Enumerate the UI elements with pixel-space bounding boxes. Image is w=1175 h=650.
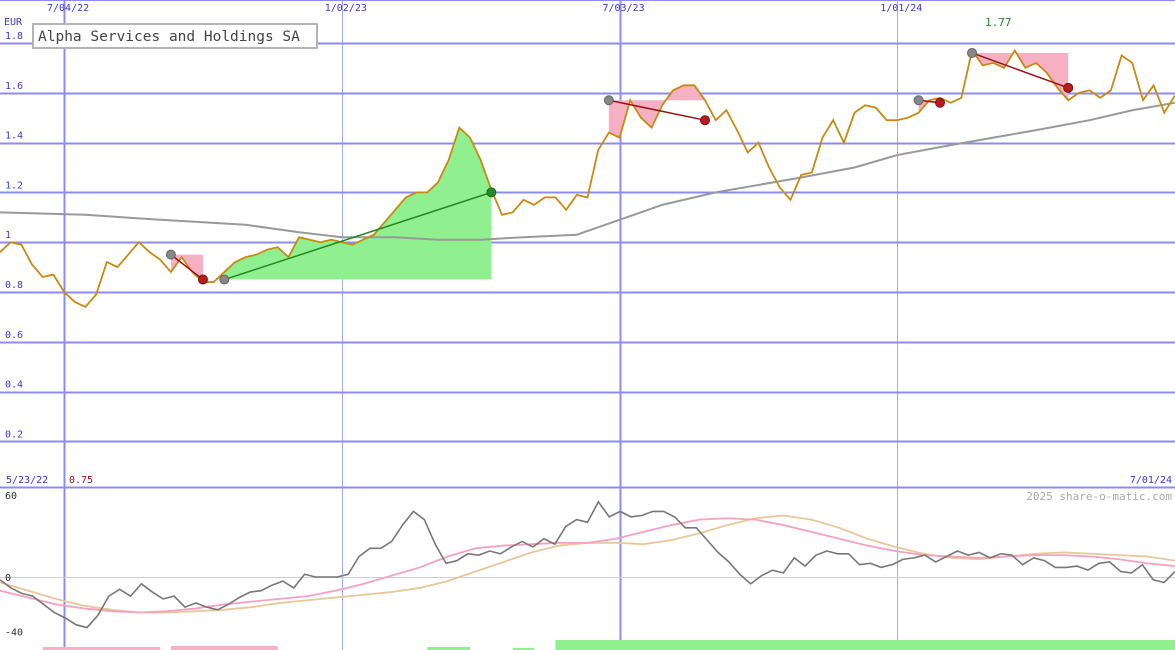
price-line xyxy=(0,48,1175,309)
y-tick-label: 0.2 xyxy=(5,429,23,440)
watermark: 2025 share-o-matic.com xyxy=(1026,490,1172,503)
trade-entry-point xyxy=(219,274,230,285)
end-date-label: 7/01/24 xyxy=(1130,475,1172,486)
oscillator-axis-labels: 60 0 -40 xyxy=(5,491,23,639)
oscillator-bars xyxy=(42,640,1175,650)
y-tick-label: 1 xyxy=(5,230,11,241)
trade-entry-point xyxy=(603,95,614,106)
y-tick-label: 1.4 xyxy=(5,131,23,142)
currency-label: EUR xyxy=(4,17,23,28)
trade-entry-point xyxy=(165,249,176,260)
trade-entry-point xyxy=(967,47,978,58)
trade-exit-point xyxy=(700,115,710,126)
trade-exit-point xyxy=(197,274,208,285)
trade-exit-point xyxy=(1063,82,1074,93)
y-tick-label: 1.8 xyxy=(5,31,23,42)
y-tick-label: 0.8 xyxy=(5,280,23,291)
oscillator-bar xyxy=(555,640,1175,650)
oscillator-tick-label: 0 xyxy=(5,573,11,584)
oscillator-line xyxy=(0,500,1175,629)
y-tick-label: 1.6 xyxy=(5,81,23,92)
trade-exit-point xyxy=(486,187,497,198)
start-date-label: 5/23/22 xyxy=(6,475,48,486)
y-tick-label: 0.6 xyxy=(5,330,23,341)
main-grid xyxy=(0,0,1175,650)
chart-canvas: 1.8 1.6 1.4 1.2 1 0.8 0.6 0.4 0.2 7/04/22 1/02/23 7… xyxy=(0,0,1175,650)
oscillator-lines xyxy=(0,500,1175,629)
chart-title: Alpha Services and Holdings SA xyxy=(38,29,300,45)
oscillator-tick-label: -40 xyxy=(5,628,23,639)
price-lines xyxy=(0,48,1175,309)
oscillator-grid xyxy=(0,486,1175,578)
average-line xyxy=(0,101,1175,241)
chart-title-box: Alpha Services and Holdings SA xyxy=(32,23,318,49)
y-tick-label: 0.4 xyxy=(5,380,23,391)
trade-entry-point xyxy=(913,95,924,106)
chart-root: 1.8 1.6 1.4 1.2 1 0.8 0.6 0.4 0.2 7/04/22 1/02/23 7… xyxy=(0,0,1175,650)
x-tick-label: 7/03/23 xyxy=(602,3,644,14)
x-tick-label: 1/01/24 xyxy=(880,3,922,14)
trade-exit-point xyxy=(935,97,945,108)
oscillator-tick-label: 60 xyxy=(5,491,17,502)
high-value-label: 1.77 xyxy=(985,16,1012,29)
oscillator-bar xyxy=(170,646,278,650)
low-value-label: 0.75 xyxy=(69,475,93,486)
x-tick-label: 1/02/23 xyxy=(325,3,367,14)
y-tick-label: 1.2 xyxy=(5,180,23,191)
x-tick-label: 7/04/22 xyxy=(47,3,89,14)
